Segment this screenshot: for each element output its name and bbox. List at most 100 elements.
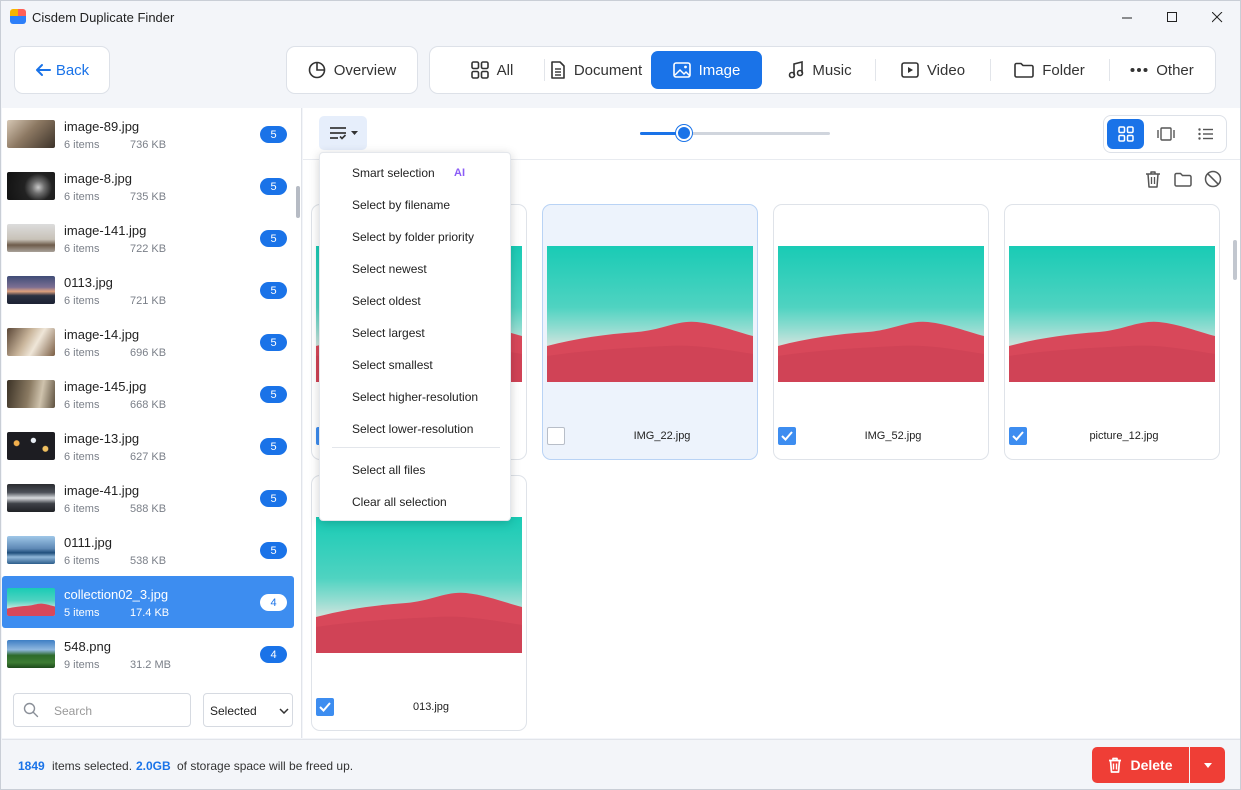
menu-item-select-by-filename[interactable]: Select by filename (352, 198, 450, 212)
group-size: 17.4 KB (130, 607, 170, 619)
app-window: Cisdem Duplicate Finder Back Overview Al… (0, 0, 1241, 790)
menu-item-select-largest[interactable]: Select largest (352, 326, 425, 340)
main-scrollbar[interactable] (1233, 160, 1238, 738)
tab-video[interactable]: Video (878, 51, 988, 89)
group-thumbnail (7, 120, 55, 148)
group-list-item[interactable]: image-13.jpg 6 items 627 KB 5 (2, 420, 294, 472)
tab-image[interactable]: Image (651, 51, 762, 89)
group-list-item-selected[interactable]: collection02_3.jpg 5 items 17.4 KB 4 (2, 576, 294, 628)
group-badge: 5 (260, 282, 287, 299)
folder-icon (1014, 62, 1035, 78)
freed-size-label: of storage space will be freed up. (177, 759, 354, 773)
minimize-button[interactable] (1104, 1, 1150, 33)
search-input[interactable]: Search (13, 693, 191, 727)
tab-other[interactable]: Other (1112, 51, 1212, 89)
tab-all[interactable]: All (444, 51, 540, 89)
file-checkbox[interactable] (316, 698, 334, 716)
status-bar: 1849 items selected. 2.0GB of storage sp… (2, 739, 1240, 789)
tab-music[interactable]: Music (768, 51, 872, 89)
view-mode-toggle (1103, 115, 1227, 153)
group-list-item[interactable]: image-145.jpg 6 items 668 KB 5 (2, 368, 294, 420)
tab-document[interactable]: Document (546, 51, 646, 89)
move-to-folder-button[interactable] (1172, 168, 1194, 190)
maximize-icon (1166, 11, 1177, 22)
trash-button[interactable] (1142, 168, 1164, 190)
group-badge: 5 (260, 438, 287, 455)
menu-item-select-oldest[interactable]: Select oldest (352, 294, 421, 308)
menu-item-select-newest[interactable]: Select newest (352, 262, 427, 276)
group-name: image-41.jpg (64, 483, 140, 498)
caret-down-icon (1203, 762, 1212, 768)
menu-item-smart-selection[interactable]: Smart selection (352, 166, 435, 180)
group-count: 6 items (64, 451, 100, 463)
tab-other-label: Other (1156, 61, 1194, 79)
menu-item-clear-all-selection[interactable]: Clear all selection (352, 495, 447, 509)
selected-count: 1849 (18, 759, 45, 773)
close-button[interactable] (1194, 1, 1240, 33)
group-badge: 4 (260, 594, 287, 611)
group-list-item[interactable]: image-41.jpg 6 items 588 KB 5 (2, 472, 294, 524)
group-name: image-145.jpg (64, 379, 147, 394)
file-card[interactable]: IMG_22.jpg (542, 204, 758, 460)
file-thumbnail (547, 246, 753, 382)
menu-item-select-higher-resolution[interactable]: Select higher-resolution (352, 390, 478, 404)
group-list-item[interactable]: image-89.jpg 6 items 736 KB 5 (2, 108, 294, 160)
group-list-item[interactable]: image-141.jpg 6 items 722 KB 5 (2, 212, 294, 264)
video-icon (901, 62, 919, 78)
overview-button[interactable]: Overview (286, 46, 418, 94)
group-list-item[interactable]: image-8.jpg 6 items 735 KB 5 (2, 160, 294, 212)
file-checkbox[interactable] (1009, 427, 1027, 445)
tab-divider (1109, 59, 1110, 81)
maximize-button[interactable] (1149, 1, 1195, 33)
tab-divider (990, 59, 991, 81)
file-card[interactable]: IMG_52.jpg (773, 204, 989, 460)
back-button[interactable]: Back (14, 46, 110, 94)
file-checkbox[interactable] (547, 427, 565, 445)
exclude-button[interactable] (1202, 168, 1224, 190)
group-thumbnail (7, 588, 55, 616)
group-thumbnail (7, 224, 55, 252)
group-count: 6 items (64, 555, 100, 567)
group-list-item[interactable]: 0113.jpg 6 items 721 KB 5 (2, 264, 294, 316)
group-size: 721 KB (130, 295, 167, 307)
delete-options-button[interactable] (1190, 747, 1225, 783)
ai-badge: AI (454, 167, 465, 179)
menu-item-select-by-folder-priority[interactable]: Select by folder priority (352, 230, 474, 244)
group-list: image-89.jpg 6 items 736 KB 5 image-8.jp… (2, 108, 294, 683)
tab-video-label: Video (926, 61, 966, 79)
group-list-item[interactable]: image-14.jpg 6 items 696 KB 5 (2, 316, 294, 368)
group-size: 588 KB (130, 503, 167, 515)
sidebar-scrollbar[interactable] (296, 186, 300, 218)
menu-item-select-lower-resolution[interactable]: Select lower-resolution (352, 422, 473, 436)
menu-item-select-all-files[interactable]: Select all files (352, 463, 425, 477)
group-thumbnail (7, 484, 55, 512)
menu-item-select-smallest[interactable]: Select smallest (352, 358, 433, 372)
slider-handle[interactable] (675, 125, 692, 141)
group-size: 735 KB (130, 191, 167, 203)
list-view-button[interactable] (1187, 119, 1224, 149)
group-thumbnail (7, 380, 55, 408)
compare-view-button[interactable] (1147, 119, 1184, 149)
group-list-item[interactable]: 0111.jpg 6 items 538 KB 5 (2, 524, 294, 576)
group-size: 627 KB (130, 451, 167, 463)
file-card[interactable]: picture_12.jpg (1004, 204, 1220, 460)
group-sidebar: image-89.jpg 6 items 736 KB 5 image-8.jp… (2, 108, 302, 738)
delete-label: Delete (1130, 757, 1173, 773)
music-note-icon (789, 61, 804, 79)
folder-icon (1174, 172, 1192, 187)
image-icon (672, 62, 691, 78)
group-size: 722 KB (130, 243, 167, 255)
checkmark-icon (1012, 431, 1024, 441)
grid-view-button[interactable] (1107, 119, 1144, 149)
delete-button[interactable]: Delete (1092, 747, 1189, 783)
file-checkbox[interactable] (778, 427, 796, 445)
group-name: image-89.jpg (64, 119, 140, 134)
selection-menu-button[interactable] (319, 116, 367, 150)
filter-select[interactable]: Selected (203, 693, 293, 727)
group-count: 6 items (64, 295, 100, 307)
thumbnail-size-slider[interactable] (640, 125, 830, 141)
tab-folder[interactable]: Folder (992, 51, 1107, 89)
window-title: Cisdem Duplicate Finder (32, 10, 175, 25)
tab-document-label: Document (573, 61, 643, 79)
group-list-item[interactable]: 548.png 9 items 31.2 MB 4 (2, 628, 294, 680)
